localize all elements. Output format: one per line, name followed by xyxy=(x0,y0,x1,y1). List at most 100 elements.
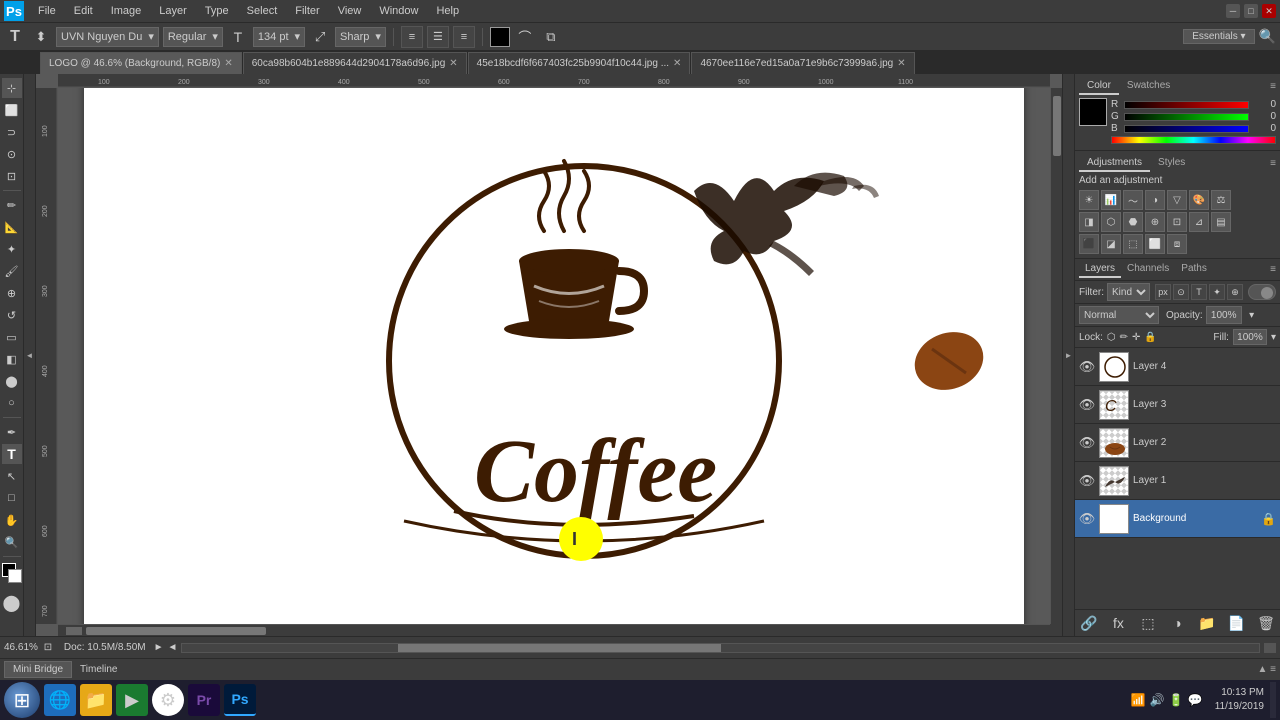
zoom-indicator-btn[interactable]: ⊡ xyxy=(40,640,56,656)
layer-item-1[interactable]: 👁 Layer 1 xyxy=(1075,462,1280,500)
adj-brightness-icon[interactable]: ☀ xyxy=(1079,190,1099,210)
color-swatches[interactable] xyxy=(2,563,22,587)
adj-threshold-icon[interactable]: ⊿ xyxy=(1189,212,1209,232)
layer-2-eye[interactable]: 👁 xyxy=(1079,435,1095,451)
filter-color-icon[interactable]: ⊕ xyxy=(1227,284,1243,300)
tab-1[interactable]: 60ca98b604b1e889644d2904178a6d96.jpg ✕ xyxy=(243,52,467,74)
ie-icon[interactable]: 🌐 xyxy=(44,684,76,716)
layer-item-4[interactable]: 👁 Layer 4 xyxy=(1075,348,1280,386)
shape-tool[interactable]: □ xyxy=(2,488,22,508)
menu-edit[interactable]: Edit xyxy=(66,3,101,19)
menu-image[interactable]: Image xyxy=(103,3,150,19)
filter-px-icon[interactable]: px xyxy=(1155,284,1171,300)
fill-arrow[interactable]: ▾ xyxy=(1271,332,1276,343)
color-preview[interactable] xyxy=(1079,98,1107,126)
font-family-dropdown[interactable]: UVN Nguyen Du▾ xyxy=(56,27,159,47)
layer-item-background[interactable]: 👁 Background 🔒 xyxy=(1075,500,1280,538)
tab-logo[interactable]: LOGO @ 46.6% (Background, RGB/8) ✕ xyxy=(40,52,242,74)
align-right-btn[interactable]: ≡ xyxy=(453,26,475,48)
tab-3-close[interactable]: ✕ xyxy=(897,58,905,69)
align-left-btn[interactable]: ≡ xyxy=(401,26,423,48)
menu-view[interactable]: View xyxy=(330,3,370,19)
canvas-area[interactable]: 100 200 300 400 500 600 700 800 900 1000… xyxy=(36,74,1062,636)
layer-3-eye[interactable]: 👁 xyxy=(1079,397,1095,413)
filter-smart-icon[interactable]: ✦ xyxy=(1209,284,1225,300)
marquee-tool[interactable]: ⬜ xyxy=(2,100,22,120)
tab-timeline[interactable]: Timeline xyxy=(72,662,125,677)
pen-tool[interactable]: ✒ xyxy=(2,422,22,442)
filter-toggle[interactable] xyxy=(1248,284,1276,300)
opacity-arrow[interactable]: ▾ xyxy=(1245,308,1259,322)
quick-select-tool[interactable]: ⊙ xyxy=(2,144,22,164)
tab-paths[interactable]: Paths xyxy=(1175,261,1213,278)
adj-curves-icon[interactable]: 〜 xyxy=(1123,190,1143,210)
anti-alias-dropdown[interactable]: Sharp▾ xyxy=(335,27,386,47)
tab-layers[interactable]: Layers xyxy=(1079,261,1121,278)
menu-help[interactable]: Help xyxy=(428,3,467,19)
gradient-tool[interactable]: ◧ xyxy=(2,349,22,369)
background-color[interactable] xyxy=(8,569,22,583)
right-collapse-btn[interactable]: ► xyxy=(1062,74,1074,636)
path-select-tool[interactable]: ↖ xyxy=(2,466,22,486)
menu-file[interactable]: File xyxy=(30,3,64,19)
tab-adjustments[interactable]: Adjustments xyxy=(1079,155,1150,172)
b-slider[interactable] xyxy=(1124,125,1249,133)
delete-layer-btn[interactable]: 🗑 xyxy=(1256,613,1276,633)
color-panel-menu[interactable]: ≡ xyxy=(1270,81,1276,92)
font-style-dropdown[interactable]: Regular▾ xyxy=(163,27,223,47)
scroll-right-btn[interactable] xyxy=(1264,643,1276,653)
tab-color[interactable]: Color xyxy=(1079,78,1119,95)
ruler-tool[interactable]: 📐 xyxy=(2,217,22,237)
new-group-btn[interactable]: 📁 xyxy=(1197,613,1217,633)
lock-position-icon[interactable]: ✛ xyxy=(1132,332,1140,343)
tab-mini-bridge[interactable]: Mini Bridge xyxy=(4,661,72,678)
essentials-dropdown[interactable]: Essentials ▾ xyxy=(1183,29,1254,44)
font-size-dropdown[interactable]: 134 pt▾ xyxy=(253,27,305,47)
clone-tool[interactable]: ⊕ xyxy=(2,283,22,303)
file-explorer-icon[interactable]: 📁 xyxy=(80,684,112,716)
bottom-panel-menu[interactable]: ▲ ≡ xyxy=(1257,664,1276,675)
show-desktop-btn[interactable] xyxy=(1270,682,1276,718)
bottom-h-scroll[interactable] xyxy=(181,643,1260,653)
menu-select[interactable]: Select xyxy=(239,3,286,19)
layer-item-3[interactable]: 👁 C Layer 3 xyxy=(1075,386,1280,424)
restore-btn[interactable]: □ xyxy=(1244,4,1258,18)
canvas-viewport[interactable]: Coffee xyxy=(58,88,1050,624)
adj-photo-filter-icon[interactable]: ⬡ xyxy=(1101,212,1121,232)
adj-shadows-icon[interactable]: ⧈ xyxy=(1167,234,1187,254)
history-brush-tool[interactable]: ↺ xyxy=(2,305,22,325)
msg-icon[interactable]: 💬 xyxy=(1188,693,1203,707)
canvas[interactable]: Coffee xyxy=(84,88,1024,624)
status-arrow-left[interactable]: ◄ xyxy=(168,642,178,653)
lock-transparent-icon[interactable]: ⬡ xyxy=(1107,332,1116,343)
eraser-tool[interactable]: ▭ xyxy=(2,327,22,347)
lock-image-icon[interactable]: ✏ xyxy=(1120,332,1128,343)
adj-levels2-icon[interactable]: ⬚ xyxy=(1123,234,1143,254)
new-layer-btn[interactable]: 📄 xyxy=(1227,613,1247,633)
tab-3[interactable]: 4670ee116e7ed15a0a71e9b6c73999a6.jpg ✕ xyxy=(691,52,914,74)
hand-tool[interactable]: ✋ xyxy=(2,510,22,530)
blur-tool[interactable]: ⬤ xyxy=(2,371,22,391)
text-tool[interactable]: T xyxy=(2,444,22,464)
v-scrollbar[interactable] xyxy=(1050,88,1062,624)
bottom-scroll-thumb[interactable] xyxy=(398,644,721,652)
tab-1-close[interactable]: ✕ xyxy=(449,58,457,69)
zoom-tool[interactable]: 🔍 xyxy=(2,532,22,552)
network-icon[interactable]: 📶 xyxy=(1131,693,1146,707)
menu-filter[interactable]: Filter xyxy=(287,3,327,19)
spot-heal-tool[interactable]: ✦ xyxy=(2,239,22,259)
start-button[interactable]: ⊞ xyxy=(4,682,40,718)
minimize-btn[interactable]: ─ xyxy=(1226,4,1240,18)
adj-gradient-map-icon[interactable]: ▤ xyxy=(1211,212,1231,232)
r-slider[interactable] xyxy=(1124,101,1249,109)
layer-4-eye[interactable]: 👁 xyxy=(1079,359,1095,375)
tab-2-close[interactable]: ✕ xyxy=(673,58,681,69)
fill-input[interactable] xyxy=(1233,329,1267,345)
adj-curves2-icon[interactable]: ⬜ xyxy=(1145,234,1165,254)
crop-tool[interactable]: ⊡ xyxy=(2,166,22,186)
layer-effects-btn[interactable]: fx xyxy=(1109,613,1129,633)
g-slider[interactable] xyxy=(1124,113,1249,121)
brush-tool[interactable]: 🖌 xyxy=(2,261,22,281)
menu-type[interactable]: Type xyxy=(197,3,237,19)
adj-colbalance-icon[interactable]: ⚖ xyxy=(1211,190,1231,210)
